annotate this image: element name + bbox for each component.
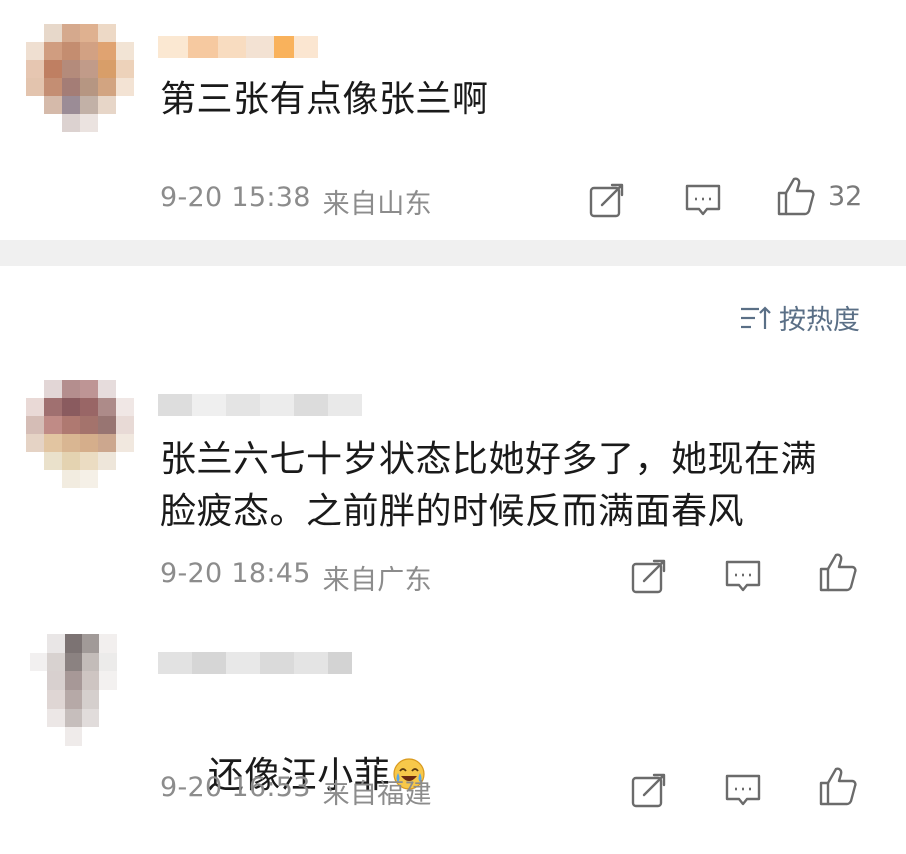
sort-toggle[interactable]: 按热度 [739,298,860,337]
reply-button[interactable] [684,180,722,220]
like-count: 32 [828,180,863,212]
repost-icon [631,559,666,594]
username-blurred[interactable] [158,394,362,416]
comment-text: 张兰六七十岁状态比她好多了，她现在满 脸疲态。之前胖的时候反而满面春风 [160,439,818,532]
repost-button[interactable] [630,770,668,810]
like-icon [777,177,815,216]
repost-button[interactable] [588,180,626,220]
username-blurred[interactable] [158,652,352,674]
comment-meta: 9-20 15:38 来自山东 [160,182,432,221]
avatar[interactable] [30,634,134,746]
avatar[interactable] [26,24,134,132]
comment-item-3: 还像汪小菲 9-20 16:53 来自福建 [0,630,906,815]
comment-date: 9-20 16:53 [160,772,311,803]
comment-location: 来自广东 [322,565,432,596]
like-icon [819,553,857,592]
comment-icon [725,774,761,806]
comment-location: 来自山东 [322,189,432,220]
like-icon [819,767,857,806]
like-button[interactable]: 32 [776,176,862,216]
sort-label: 按热度 [779,305,860,336]
comment-item-2: 张兰六七十岁状态比她好多了，她现在满 脸疲态。之前胖的时候反而满面春风 9-20… [0,360,906,620]
sort-icon [741,305,771,329]
comment-date: 9-20 18:45 [160,558,311,589]
like-button[interactable] [818,766,870,806]
reply-button[interactable] [724,556,762,596]
repost-icon [589,183,624,218]
comment-date: 9-20 15:38 [160,182,311,213]
avatar[interactable] [26,380,134,488]
repost-icon [631,773,666,808]
comment-location: 来自福建 [322,779,432,810]
comment-item-1: 第三张有点像张兰啊 9-20 15:38 来自山东 32 [0,0,906,240]
comment-text: 第三张有点像张兰啊 [160,79,489,120]
like-button[interactable] [818,552,870,592]
username-blurred[interactable] [158,36,318,58]
comment-icon [725,560,761,592]
section-divider [0,240,906,266]
comment-meta: 9-20 18:45 来自广东 [160,558,432,597]
comment-icon [685,184,721,216]
comment-meta: 9-20 16:53 来自福建 [160,772,432,811]
repost-button[interactable] [630,556,668,596]
reply-button[interactable] [724,770,762,810]
